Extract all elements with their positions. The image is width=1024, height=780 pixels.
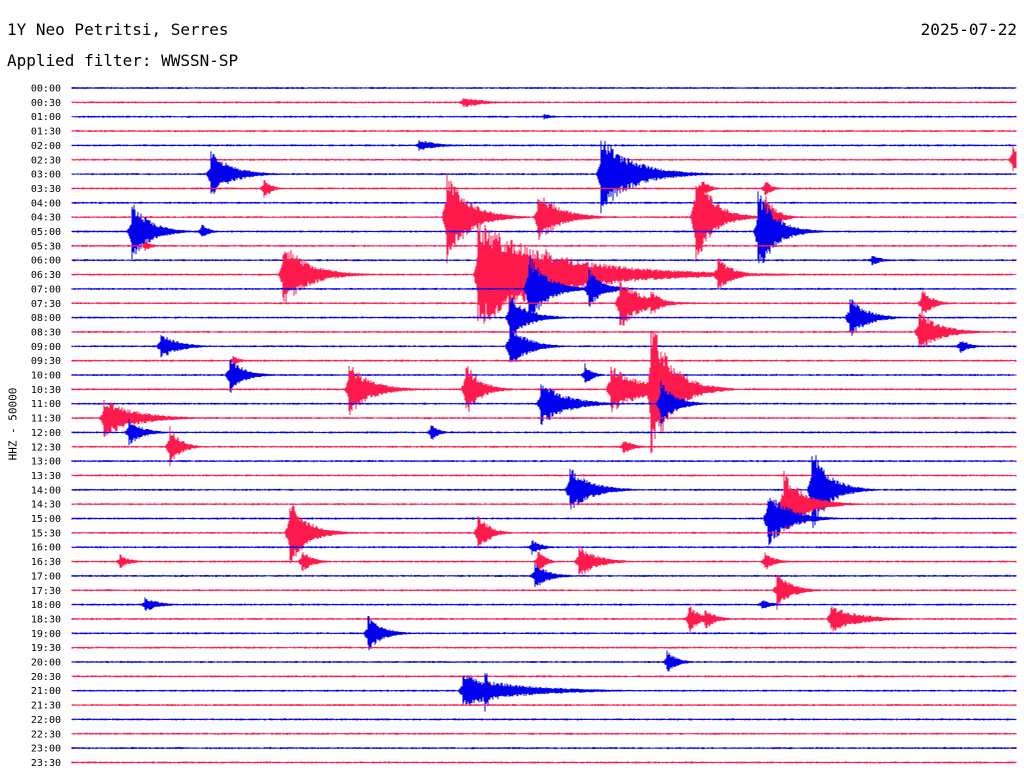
time-label: 10:00 [31,371,61,382]
seismic-trace [71,703,1017,707]
seismic-trace [71,86,1017,90]
time-label: 14:30 [31,500,61,511]
time-label: 09:30 [31,356,61,367]
seismic-trace [71,761,1017,764]
time-label: 20:30 [31,672,61,683]
seismic-trace [71,650,1017,672]
time-label: 00:30 [31,98,61,109]
seismic-trace [71,98,1017,108]
time-label: 00:00 [31,84,61,95]
time-label: 13:00 [31,457,61,468]
helicorder-plot: 00:00 00:30 01:00 01:30 02:00 02:30 03:00 03:30… [31,84,1017,769]
time-label: 21:00 [31,686,61,697]
seismic-trace [71,746,1017,750]
time-label: 06:00 [31,256,61,267]
seismic-trace [71,241,1017,251]
seismic-trace [71,646,1017,649]
seismic-trace [71,606,1017,633]
time-label: 17:00 [31,571,61,582]
seismic-trace [71,540,1017,555]
seismic-trace [71,129,1017,133]
seismic-trace [71,616,1017,651]
time-label: 12:30 [31,442,61,453]
time-label: 07:00 [31,284,61,295]
seismic-trace [71,563,1017,587]
seismic-trace [71,470,1017,532]
time-label: 11:00 [31,399,61,410]
time-label: 15:00 [31,514,61,525]
time-label: 11:30 [31,414,61,425]
time-label: 19:00 [31,629,61,640]
time-label: 23:30 [31,758,61,769]
time-label: 19:30 [31,643,61,654]
seismic-trace [71,459,1017,463]
time-label: 05:00 [31,227,61,238]
time-label: 02:00 [31,141,61,152]
seismic-trace [71,498,1017,546]
time-label: 04:30 [31,213,61,224]
time-label: 16:30 [31,557,61,568]
seismic-trace [71,114,1017,120]
time-label: 22:30 [31,729,61,740]
time-label: 17:30 [31,586,61,597]
time-label: 07:30 [31,299,61,310]
seismic-trace [71,455,1017,529]
time-label: 01:30 [31,127,61,138]
seismic-trace [71,505,1017,564]
seismic-trace [71,222,1017,324]
time-label: 09:00 [31,342,61,353]
time-label: 23:00 [31,744,61,755]
time-label: 02:30 [31,155,61,166]
time-label: 15:30 [31,528,61,539]
seismic-trace [71,418,1017,445]
seismic-trace [71,718,1017,721]
time-labels: 00:00 00:30 01:00 01:30 02:00 02:30 03:00 03:30… [31,84,61,769]
time-label: 16:00 [31,543,61,554]
seismic-trace [71,474,1017,477]
time-label: 08:30 [31,327,61,338]
seismic-trace [71,675,1017,678]
time-label: 06:30 [31,270,61,281]
time-label: 12:00 [31,428,61,439]
time-label: 22:00 [31,715,61,726]
time-label: 20:00 [31,658,61,669]
time-label: 21:30 [31,701,61,712]
seismic-trace [71,380,1017,427]
time-label: 03:30 [31,184,61,195]
time-label: 05:30 [31,241,61,252]
seismic-trace [71,597,1017,611]
time-label: 08:00 [31,313,61,324]
seismic-traces [71,86,1017,764]
time-label: 04:00 [31,198,61,209]
time-label: 10:30 [31,385,61,396]
time-label: 03:00 [31,170,61,181]
seismic-trace [71,732,1017,735]
time-label: 01:00 [31,112,61,123]
time-label: 18:00 [31,600,61,611]
time-label: 14:00 [31,485,61,496]
time-label: 13:30 [31,471,61,482]
seismic-trace [71,356,1017,365]
time-label: 18:30 [31,614,61,625]
seismic-trace [71,359,1017,393]
seismic-trace [71,140,1017,151]
